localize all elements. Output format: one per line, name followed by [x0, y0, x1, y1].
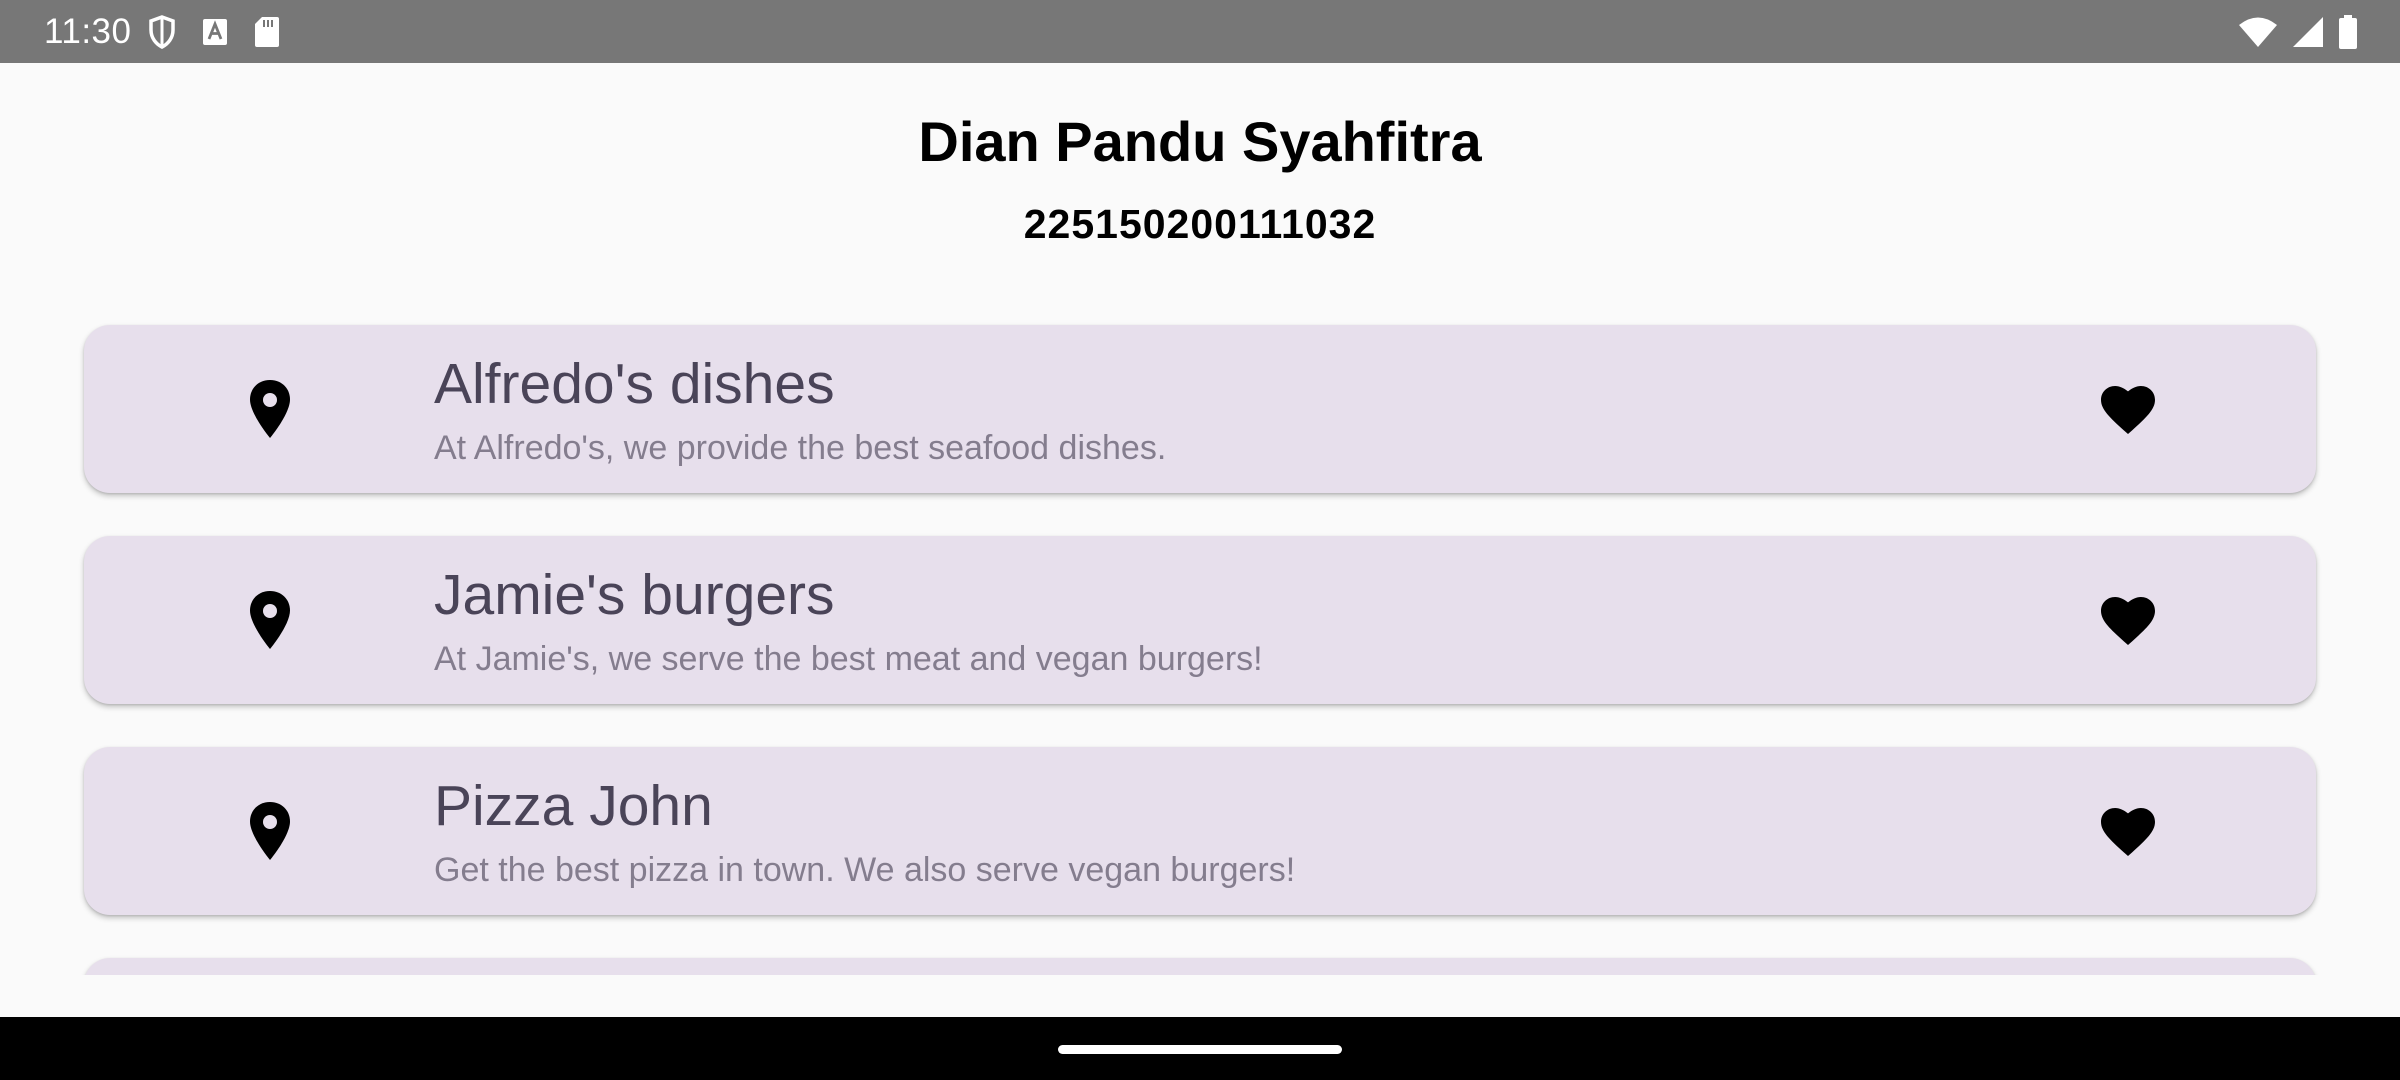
- user-name: Dian Pandu Syahfitra: [918, 110, 1482, 173]
- restaurant-card[interactable]: Alfredo's dishes At Alfredo's, we provid…: [84, 325, 2316, 493]
- wifi-icon: [2238, 16, 2278, 48]
- status-bar-right: [2224, 14, 2358, 49]
- cellular-signal-icon: [2292, 16, 2324, 48]
- restaurant-description: At Jamie's, we serve the best meat and v…: [434, 640, 1263, 678]
- shield-icon: [148, 14, 176, 49]
- sd-card-icon: [254, 16, 280, 48]
- restaurant-card[interactable]: Jamie's burgers At Jamie's, we serve the…: [84, 536, 2316, 704]
- restaurant-title: Pizza John: [434, 774, 713, 838]
- home-gesture-handle[interactable]: [1058, 1045, 1342, 1054]
- location-pin-icon: [250, 802, 290, 860]
- profile-header: Dian Pandu Syahfitra 225150200111032: [0, 63, 2400, 313]
- navigation-bar: [0, 1017, 2400, 1080]
- status-time: 11:30: [44, 11, 132, 51]
- heart-icon[interactable]: [2100, 807, 2156, 857]
- restaurant-description: Get the best pizza in town. We also serv…: [434, 851, 1296, 889]
- restaurant-title: Jamie's burgers: [434, 563, 835, 627]
- status-bar: 11:30: [0, 0, 2400, 63]
- restaurant-card-partial[interactable]: [84, 958, 2316, 975]
- location-pin-icon: [250, 380, 290, 438]
- heart-icon[interactable]: [2100, 385, 2156, 435]
- battery-icon: [2338, 14, 2358, 49]
- location-pin-icon: [250, 591, 290, 649]
- status-bar-left: 11:30: [44, 12, 306, 52]
- heart-icon[interactable]: [2100, 596, 2156, 646]
- screen: 11:30 Dian Pandu Syahfitra 2251502001110…: [0, 0, 2400, 1080]
- keyboard-a-icon: [202, 18, 228, 46]
- restaurant-list[interactable]: Alfredo's dishes At Alfredo's, we provid…: [0, 312, 2400, 975]
- restaurant-title: Alfredo's dishes: [434, 352, 835, 416]
- restaurant-description: At Alfredo's, we provide the best seafoo…: [434, 429, 1167, 467]
- student-id: 225150200111032: [1023, 201, 1377, 247]
- restaurant-card[interactable]: Pizza John Get the best pizza in town. W…: [84, 747, 2316, 915]
